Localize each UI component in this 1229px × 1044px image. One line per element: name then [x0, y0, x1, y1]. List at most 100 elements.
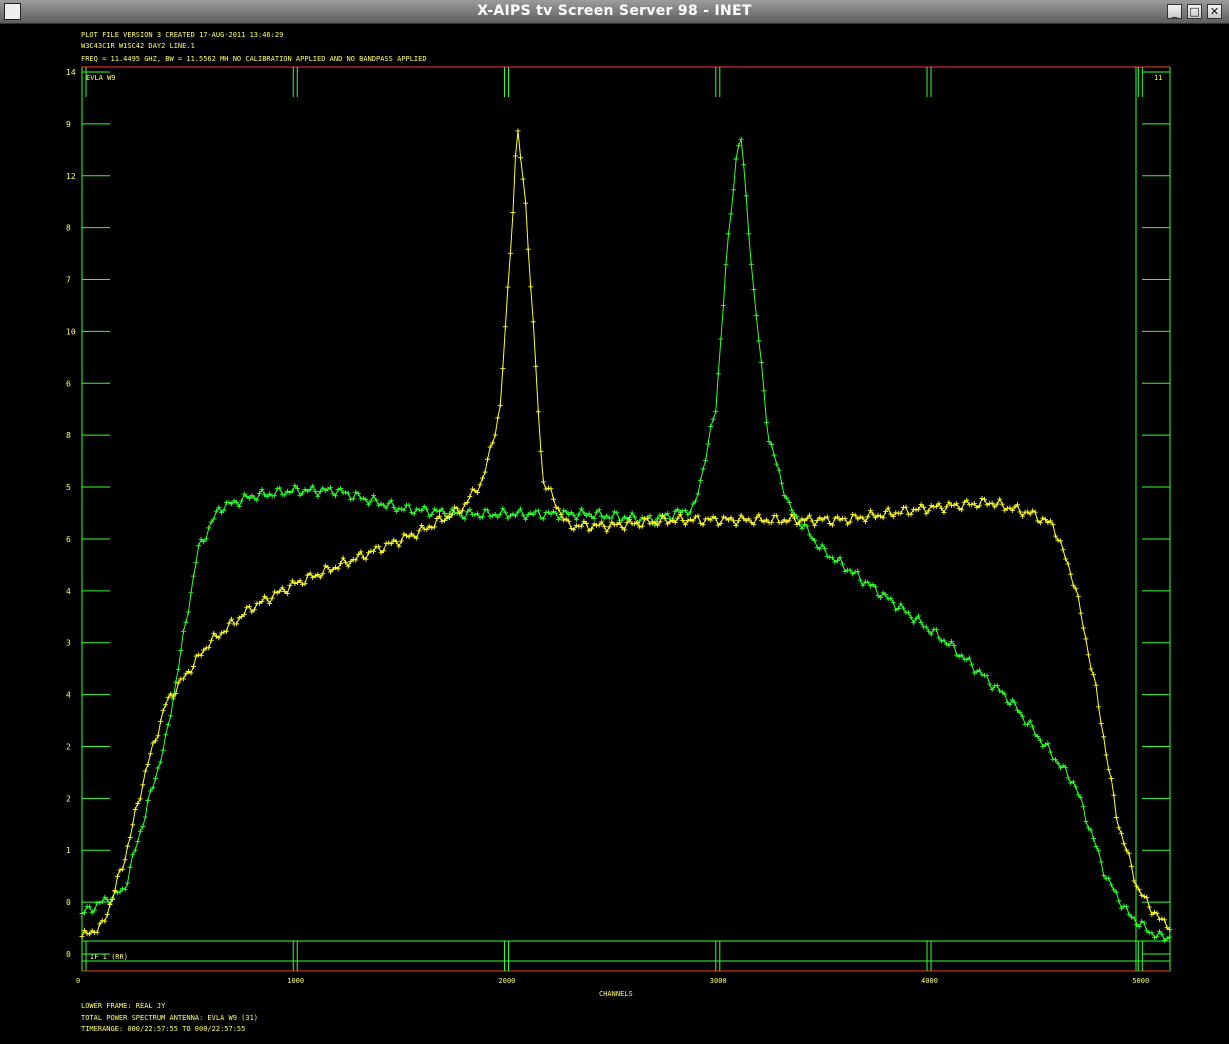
data-point: [614, 510, 620, 516]
data-point: [855, 569, 861, 575]
x-tick-label: 5000: [1132, 977, 1149, 985]
data-point: [502, 324, 508, 330]
data-point: [941, 637, 947, 643]
data-point: [1075, 593, 1081, 599]
data-point: [888, 595, 894, 601]
data-point: [218, 630, 224, 636]
data-point: [1091, 672, 1097, 678]
data-point: [753, 313, 759, 319]
data-point: [1144, 894, 1150, 900]
data-point: [300, 581, 306, 587]
data-point: [160, 747, 166, 753]
data-point: [923, 624, 929, 630]
data-point: [277, 485, 283, 491]
data-point: [485, 507, 491, 513]
data-point: [122, 857, 128, 863]
data-point: [908, 614, 914, 620]
series-line-green: [81, 139, 1170, 942]
close-button[interactable]: ✕: [1207, 4, 1222, 19]
data-point: [371, 548, 377, 554]
data-point: [629, 510, 635, 516]
data-point: [485, 456, 491, 462]
data-point: [538, 448, 544, 454]
data-point: [885, 596, 891, 602]
y-tick-label: 3: [66, 639, 71, 648]
data-point: [528, 284, 534, 290]
data-point: [578, 523, 584, 529]
data-point: [632, 514, 638, 520]
data-point: [196, 543, 202, 549]
title-bar[interactable]: X-AIPS tv Screen Server 98 - INET _ □ ✕: [0, 0, 1229, 24]
data-point: [1093, 682, 1099, 688]
x-axis-label: CHANNELS: [599, 990, 633, 998]
y-tick-label: 8: [66, 431, 71, 440]
data-point: [969, 501, 975, 507]
data-point: [520, 512, 526, 518]
data-point: [312, 488, 318, 494]
data-point: [695, 491, 701, 497]
data-point: [900, 605, 906, 611]
y-tick-label: 4: [66, 691, 71, 700]
data-point: [1053, 533, 1058, 539]
data-point: [267, 600, 273, 606]
data-point: [1116, 825, 1122, 831]
data-point: [208, 637, 214, 643]
data-point: [244, 604, 250, 610]
data-point: [401, 507, 407, 513]
data-point: [576, 511, 582, 517]
header-line-2: W3C43C1R W1SC42 DAY2 LINE.1: [81, 42, 195, 50]
data-point: [933, 626, 939, 632]
data-point: [736, 143, 742, 149]
data-point: [82, 909, 88, 915]
data-point: [480, 475, 486, 481]
y-tick-label: 0: [66, 898, 71, 907]
tv-screen-canvas[interactable]: PLOT FILE VERSION 3 CREATED 17-AUG-2011 …: [4, 24, 1225, 1040]
data-point: [842, 516, 848, 522]
data-point: [1121, 841, 1127, 847]
data-point: [551, 496, 557, 502]
data-point: [120, 866, 126, 872]
data-point: [153, 775, 159, 781]
data-point: [1091, 836, 1097, 842]
data-point: [829, 555, 835, 561]
data-point: [431, 524, 437, 530]
data-point: [1096, 704, 1102, 710]
data-point: [439, 518, 445, 524]
data-point: [530, 319, 536, 325]
data-point: [738, 136, 744, 142]
series-yellow: [79, 128, 1173, 940]
header-line-3: FREQ = 11.4495 GHZ, BW = 11.5562 MH NO C…: [81, 55, 427, 63]
data-point: [1065, 561, 1071, 567]
data-point: [523, 516, 529, 522]
data-point: [720, 302, 726, 308]
x-tick-label: 3000: [710, 977, 727, 985]
data-point: [239, 498, 245, 504]
data-point: [338, 561, 344, 567]
footer-line-3: TIMERANGE: 000/22:57:55 TO 000/22:57:55: [81, 1025, 245, 1033]
data-point: [353, 557, 359, 563]
data-point: [198, 652, 204, 658]
data-point: [383, 540, 389, 546]
data-point: [1106, 767, 1112, 773]
data-point: [507, 250, 513, 256]
data-point: [125, 880, 131, 886]
data-point: [302, 581, 308, 587]
minimize-button[interactable]: _: [1167, 4, 1182, 19]
maximize-button[interactable]: □: [1187, 4, 1202, 19]
data-point: [1063, 556, 1069, 562]
data-point: [606, 524, 612, 530]
data-point: [850, 511, 856, 517]
data-point: [548, 486, 554, 492]
data-point: [979, 495, 985, 501]
data-point: [1060, 547, 1066, 553]
data-point: [160, 708, 166, 714]
data-point: [774, 461, 780, 467]
data-point: [175, 666, 181, 672]
data-point: [145, 798, 151, 803]
data-point: [700, 466, 706, 472]
data-point: [416, 528, 422, 534]
data-point: [1129, 863, 1135, 869]
data-point: [1065, 775, 1071, 781]
data-point: [482, 507, 488, 513]
y-tick-label: 1: [66, 846, 71, 855]
